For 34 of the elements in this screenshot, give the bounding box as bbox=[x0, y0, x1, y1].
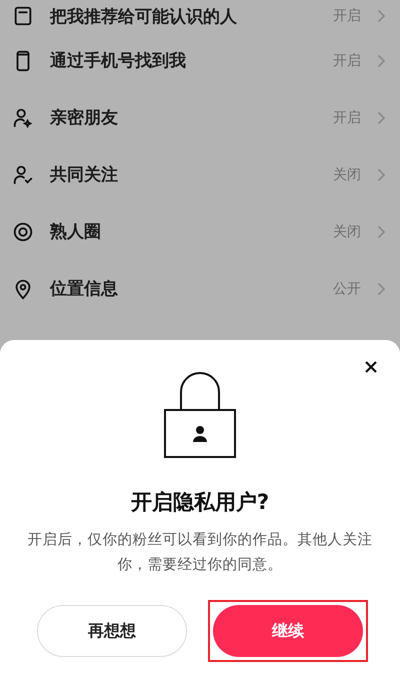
setting-value: 公开 bbox=[333, 280, 361, 298]
setting-value: 关闭 bbox=[333, 166, 361, 184]
chevron-icon bbox=[377, 9, 386, 23]
person-icon bbox=[12, 106, 34, 128]
setting-label: 亲密朋友 bbox=[50, 107, 119, 129]
lock-icon bbox=[164, 372, 236, 458]
settings-row[interactable]: 共同关注 关闭 bbox=[0, 146, 400, 203]
setting-value: 开启 bbox=[333, 108, 361, 126]
chevron-icon bbox=[377, 282, 386, 296]
cancel-button[interactable]: 再想想 bbox=[37, 605, 187, 657]
settings-row[interactable]: 把我推荐给可能认识的人 开启 bbox=[0, 0, 400, 32]
person-check-icon bbox=[12, 164, 34, 186]
dialog-title: 开启隐私用户? bbox=[130, 489, 270, 516]
setting-value: 开启 bbox=[333, 7, 361, 25]
chevron-icon bbox=[377, 54, 386, 68]
target-icon bbox=[12, 220, 34, 242]
setting-value: 开启 bbox=[333, 52, 361, 70]
settings-row[interactable]: 位置信息 公开 bbox=[0, 260, 400, 317]
dialog-message: 开启后，仅你的粉丝可以看到你的作品。其他人关注你，需要经过你的同意。 bbox=[26, 530, 374, 575]
chevron-icon bbox=[377, 110, 386, 124]
settings-row[interactable]: 通过手机号找到我 开启 bbox=[0, 32, 400, 89]
chevron-icon bbox=[377, 224, 386, 238]
setting-label: 把我推荐给可能认识的人 bbox=[50, 6, 238, 28]
setting-label: 位置信息 bbox=[50, 278, 119, 300]
setting-value: 关闭 bbox=[333, 222, 361, 240]
setting-label: 通过手机号找到我 bbox=[50, 50, 187, 72]
setting-label: 熟人圈 bbox=[50, 221, 102, 243]
setting-label: 共同关注 bbox=[50, 164, 119, 186]
close-icon bbox=[364, 360, 378, 374]
settings-row[interactable]: 熟人圈 关闭 bbox=[0, 203, 400, 260]
chevron-icon bbox=[377, 168, 386, 182]
continue-button[interactable]: 继续 bbox=[213, 605, 363, 657]
contacts-icon bbox=[12, 5, 34, 27]
settings-row[interactable]: 亲密朋友 开启 bbox=[0, 89, 400, 146]
